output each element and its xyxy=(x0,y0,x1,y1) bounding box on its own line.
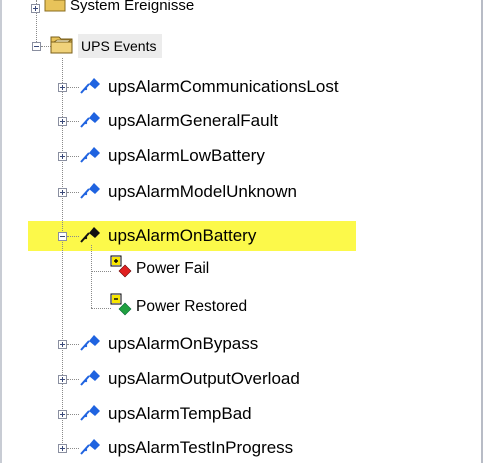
tree-connector xyxy=(67,121,79,122)
tree-item-ups-alarm[interactable]: upsAlarmTempBad xyxy=(80,403,252,425)
open-folder-icon xyxy=(50,34,76,59)
collapse-toggle[interactable] xyxy=(58,232,67,241)
tree-item-label: upsAlarmOnBattery xyxy=(108,226,257,245)
tree-item-ups-alarm[interactable]: upsAlarmLowBattery xyxy=(80,145,265,167)
expand-toggle[interactable] xyxy=(58,152,67,161)
alarm-trap-icon xyxy=(80,180,102,205)
expand-toggle[interactable] xyxy=(58,340,67,349)
window-left-edge xyxy=(0,0,2,463)
tree-connector xyxy=(67,448,79,449)
tree-item-system-ereignisse[interactable]: System Ereignisse xyxy=(44,0,194,16)
tree-item-label: Power Restored xyxy=(136,298,248,315)
expand-toggle[interactable] xyxy=(58,83,67,92)
tree-item-ups-alarm[interactable]: upsAlarmTestInProgress xyxy=(80,437,293,459)
expand-toggle[interactable] xyxy=(58,117,67,126)
tree-item-label: upsAlarmGeneralFault xyxy=(108,111,279,130)
expand-toggle[interactable] xyxy=(31,4,40,13)
tree-item-label: upsAlarmTestInProgress xyxy=(108,438,294,457)
tree-item-ups-alarm[interactable]: upsAlarmGeneralFault xyxy=(80,110,278,132)
tree-item-label: Power Fail xyxy=(136,260,210,277)
alarm-trap-icon xyxy=(80,332,102,357)
event-restored-icon xyxy=(110,293,134,322)
event-tree: System Ereignisse UPS Events upsAlarmCom… xyxy=(0,0,489,463)
tree-item-label: upsAlarmModelUnknown xyxy=(108,182,297,201)
tree-connector xyxy=(67,192,79,193)
tree-item-ups-alarm[interactable]: upsAlarmOnBypass xyxy=(80,333,258,355)
tree-item-label: upsAlarmTempBad xyxy=(108,404,252,423)
alarm-trap-icon xyxy=(80,75,102,100)
tree-connector xyxy=(67,379,79,380)
tree-item-ups-alarm[interactable]: upsAlarmCommunicationsLost xyxy=(80,76,339,98)
alarm-trap-icon xyxy=(80,144,102,169)
tree-item-label: System Ereignisse xyxy=(70,0,195,14)
tree-item-power-restored[interactable]: Power Restored xyxy=(110,293,248,318)
tree-item-label: UPS Events xyxy=(81,38,157,54)
tree-item-label: upsAlarmOnBypass xyxy=(108,334,259,353)
vertical-scrollbar-edge[interactable] xyxy=(481,0,489,463)
tree-item-ups-events[interactable]: UPS Events xyxy=(50,34,163,59)
alarm-trap-icon xyxy=(80,109,102,134)
tree-item-label: upsAlarmLowBattery xyxy=(108,146,265,165)
expand-toggle[interactable] xyxy=(58,375,67,384)
collapse-toggle[interactable] xyxy=(32,42,41,51)
event-fail-icon xyxy=(110,255,134,284)
tree-connector xyxy=(67,344,79,345)
alarm-trap-icon xyxy=(80,367,102,392)
folder-icon xyxy=(44,0,66,17)
tree-item-label: upsAlarmCommunicationsLost xyxy=(108,77,339,96)
alarm-trap-icon xyxy=(80,402,102,427)
tree-connector xyxy=(91,245,92,308)
tree-connector xyxy=(91,308,111,309)
tree-item-label: upsAlarmOutputOverload xyxy=(108,369,300,388)
expand-toggle[interactable] xyxy=(58,444,67,453)
tree-connector xyxy=(91,271,111,272)
tree-connector xyxy=(67,87,79,88)
expand-toggle[interactable] xyxy=(58,410,67,419)
tree-connector xyxy=(67,236,79,237)
alarm-trap-icon xyxy=(80,436,102,461)
tree-item-ups-alarm[interactable]: upsAlarmModelUnknown xyxy=(80,181,297,203)
tree-connector xyxy=(67,156,79,157)
alarm-trap-icon xyxy=(80,224,102,249)
tree-item-ups-alarm-on-battery[interactable]: upsAlarmOnBattery xyxy=(80,225,256,247)
expand-toggle[interactable] xyxy=(58,188,67,197)
tree-connector xyxy=(67,414,79,415)
tree-item-power-fail[interactable]: Power Fail xyxy=(110,255,210,280)
tree-item-ups-alarm[interactable]: upsAlarmOutputOverload xyxy=(80,368,300,390)
